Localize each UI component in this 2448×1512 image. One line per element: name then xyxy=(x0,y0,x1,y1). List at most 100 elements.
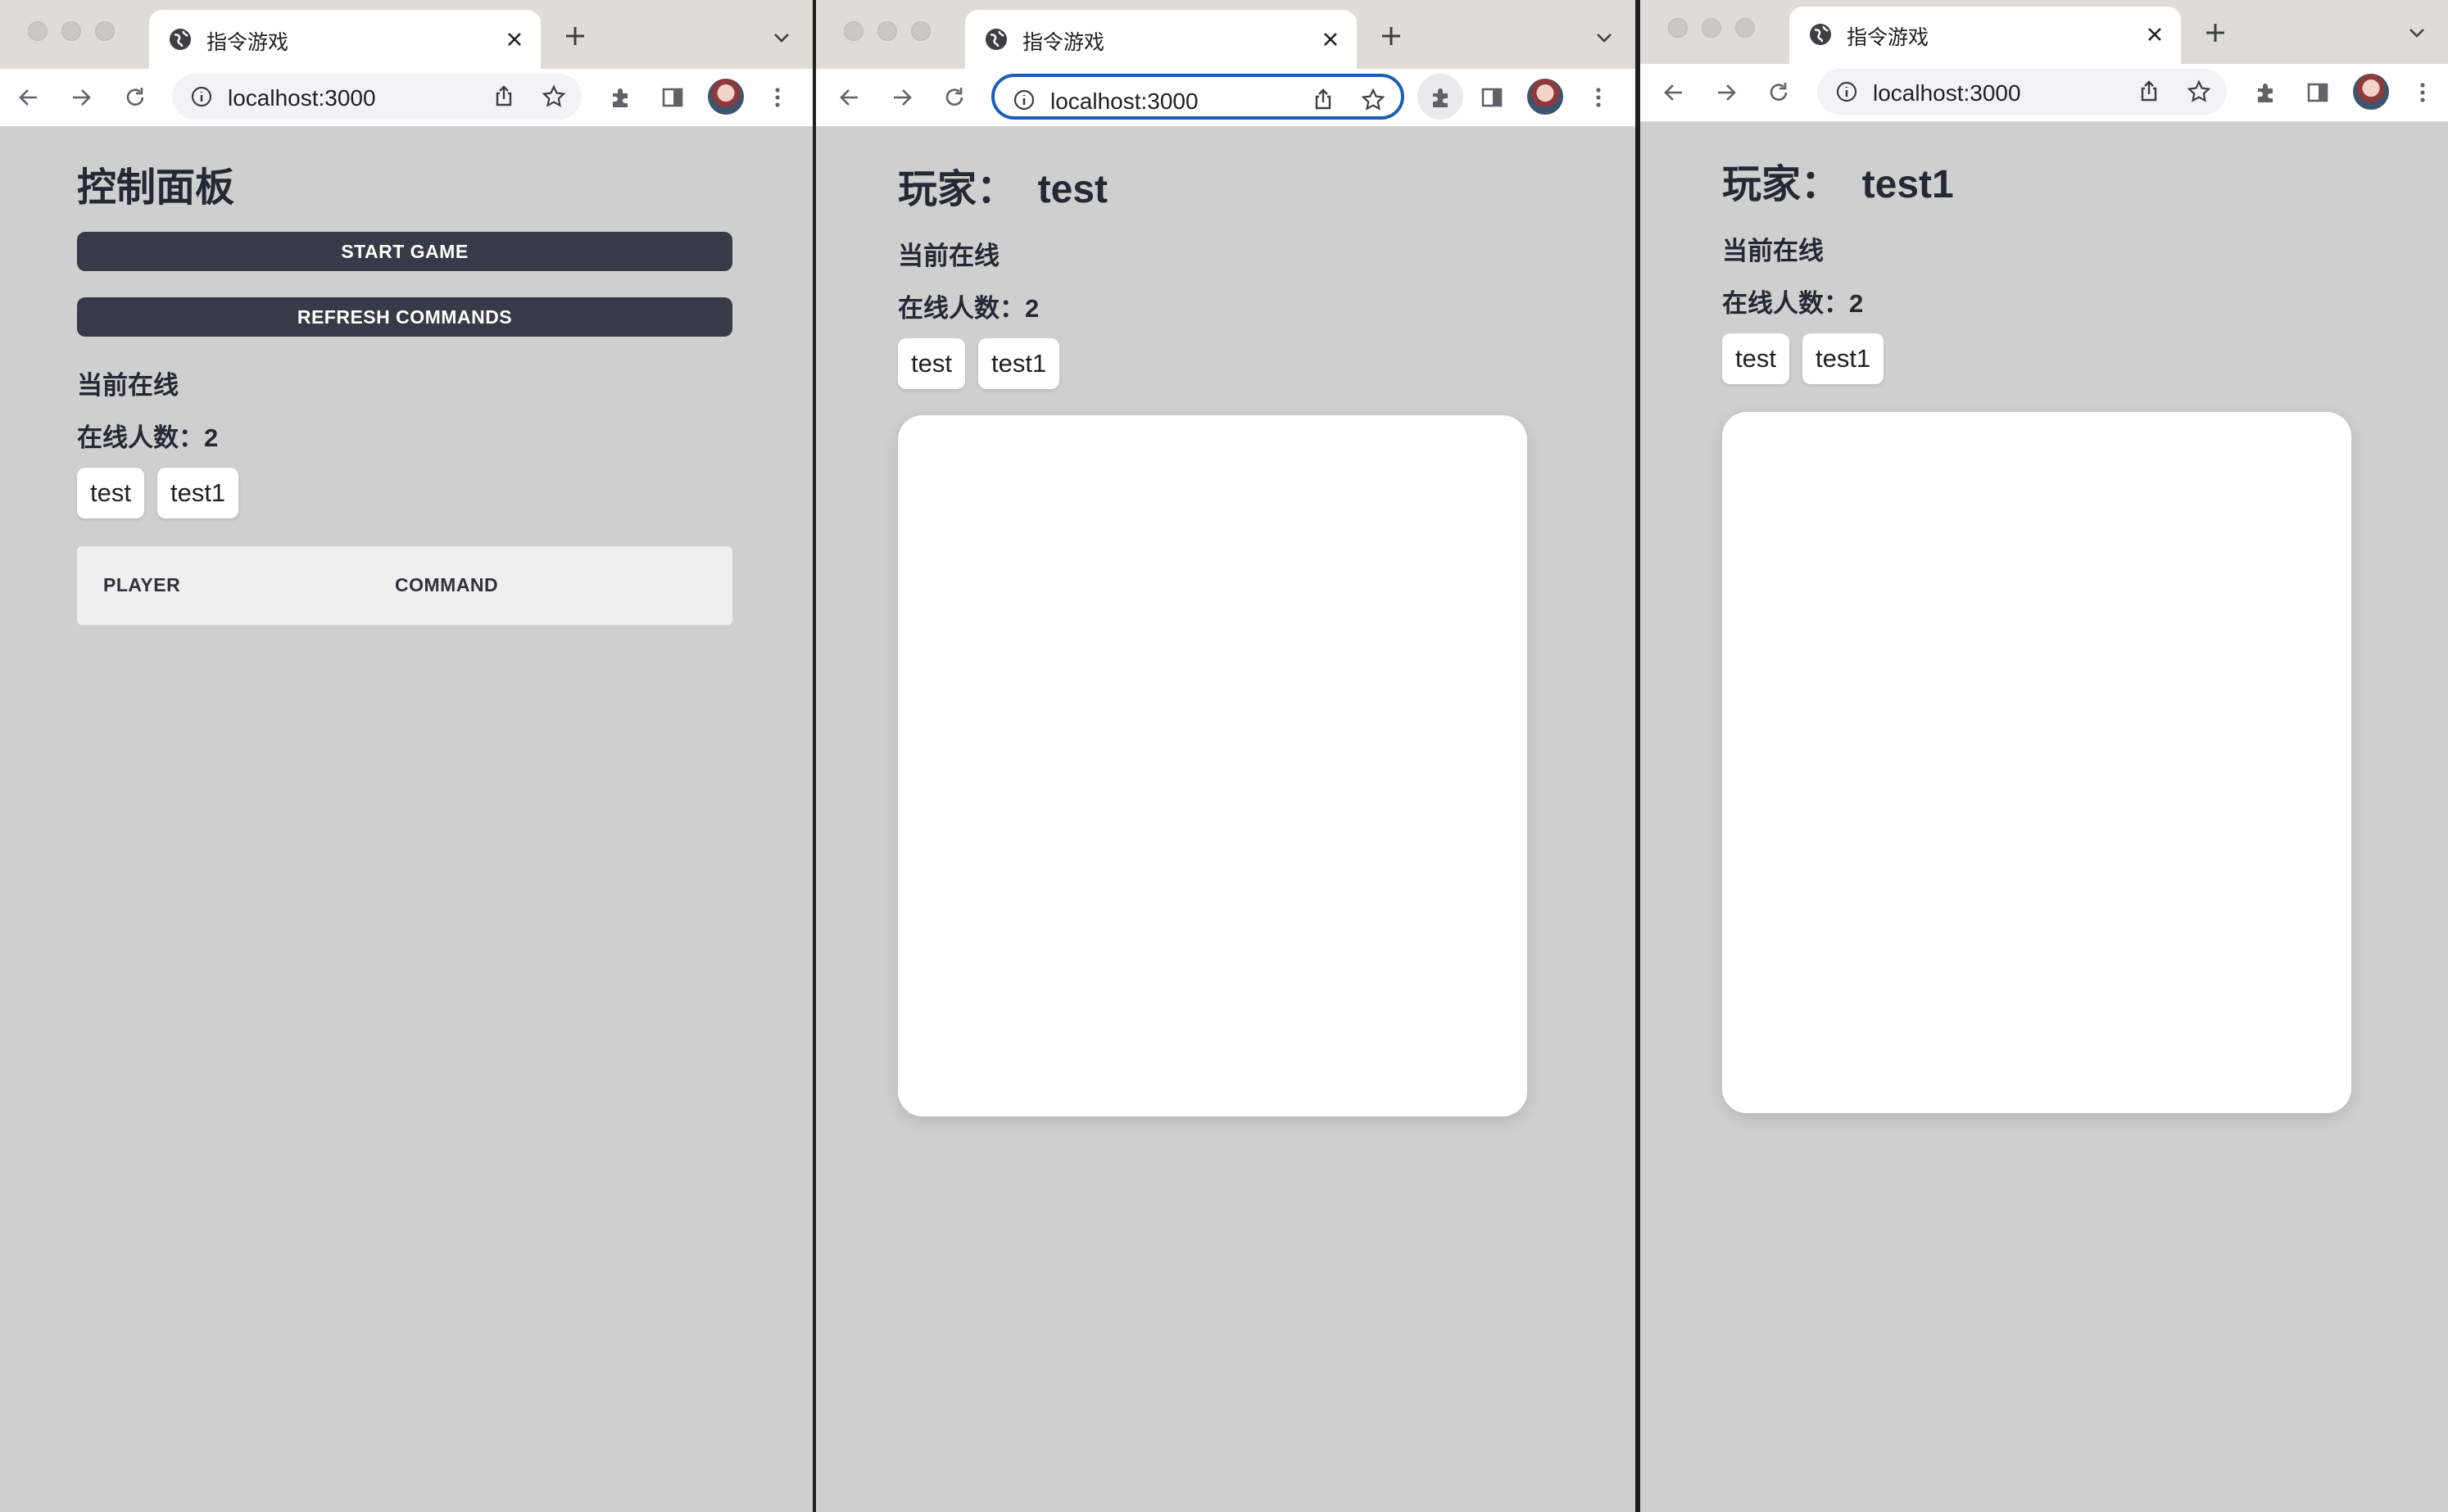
tab-list-icon[interactable] xyxy=(1593,26,1616,49)
globe-icon xyxy=(1810,24,1831,45)
reload-icon[interactable] xyxy=(941,84,968,111)
online-count: 在线人数：2 xyxy=(1722,289,1864,318)
player-title: 玩家： test xyxy=(898,168,1108,211)
tab-title: 指令游戏 xyxy=(1022,31,1105,54)
online-player-list: test test1 xyxy=(898,338,1060,389)
player-chip: test1 xyxy=(156,468,239,518)
window-controls xyxy=(1668,18,1755,38)
side-panel-icon[interactable] xyxy=(659,84,687,111)
player-title: 玩家： test1 xyxy=(1722,163,1954,206)
online-player-list: test test1 xyxy=(1722,333,1884,384)
player-chip: test xyxy=(898,338,965,389)
extensions-icon[interactable] xyxy=(2251,79,2279,106)
star-icon[interactable] xyxy=(1360,87,1386,113)
browser-toolbar: localhost:3000 xyxy=(1640,64,2448,122)
tab-strip: 指令游戏 xyxy=(0,0,813,69)
player-chip: test xyxy=(1722,333,1789,384)
close-icon[interactable] xyxy=(1317,26,1344,52)
zoom-window-button[interactable] xyxy=(1735,18,1755,38)
commands-table: PLAYER COMMAND xyxy=(77,546,732,625)
forward-icon[interactable] xyxy=(1712,79,1740,106)
online-count: 在线人数：2 xyxy=(77,423,219,452)
globe-icon xyxy=(986,29,1007,50)
new-tab-icon[interactable] xyxy=(562,23,588,49)
reload-icon[interactable] xyxy=(1765,79,1793,106)
start-game-button[interactable]: START GAME xyxy=(77,232,732,271)
minimize-window-button[interactable] xyxy=(877,21,897,41)
close-window-button[interactable] xyxy=(1668,18,1688,38)
browser-toolbar: localhost:3000 xyxy=(0,69,813,127)
avatar[interactable] xyxy=(1527,79,1563,115)
url-text[interactable]: localhost:3000 xyxy=(1873,80,2021,106)
forward-icon[interactable] xyxy=(888,84,916,111)
minimize-window-button[interactable] xyxy=(61,21,81,41)
close-icon[interactable] xyxy=(501,26,528,52)
window-controls xyxy=(28,21,115,41)
avatar[interactable] xyxy=(2353,74,2389,110)
share-icon[interactable] xyxy=(492,84,516,108)
online-heading: 当前在线 xyxy=(77,371,179,400)
share-icon[interactable] xyxy=(2137,79,2161,103)
online-count: 在线人数：2 xyxy=(898,294,1040,323)
extensions-icon[interactable] xyxy=(606,84,634,111)
zoom-window-button[interactable] xyxy=(95,21,115,41)
back-icon[interactable] xyxy=(15,84,43,111)
close-window-button[interactable] xyxy=(844,21,864,41)
tab-strip: 指令游戏 xyxy=(1640,0,2448,64)
close-icon[interactable] xyxy=(2142,21,2168,48)
avatar[interactable] xyxy=(708,79,744,115)
page-content: 玩家： test 当前在线 在线人数：2 test test1 xyxy=(816,127,1635,1512)
browser-window-control-panel: 指令游戏 localhost:3000 控制面板 START GAME REFR… xyxy=(0,0,813,1512)
player-chip: test xyxy=(77,468,144,518)
page-content: 玩家： test1 当前在线 在线人数：2 test test1 xyxy=(1640,122,2448,1512)
close-window-button[interactable] xyxy=(28,21,48,41)
new-tab-icon[interactable] xyxy=(2202,20,2228,46)
more-icon[interactable] xyxy=(764,84,791,111)
tab-title: 指令游戏 xyxy=(206,31,289,54)
back-icon[interactable] xyxy=(836,84,864,111)
back-icon[interactable] xyxy=(1660,79,1688,106)
info-icon[interactable] xyxy=(1835,80,1858,103)
tab-list-icon[interactable] xyxy=(2405,21,2428,44)
more-icon[interactable] xyxy=(1584,84,1612,111)
star-icon[interactable] xyxy=(2186,79,2212,105)
game-board[interactable] xyxy=(898,415,1527,1116)
side-panel-icon[interactable] xyxy=(1478,84,1506,111)
browser-window-player-test: 指令游戏 localhost:3000 玩家： test 当前在线 在线人数：2… xyxy=(816,0,1635,1512)
tab-list-icon[interactable] xyxy=(770,26,793,49)
info-icon[interactable] xyxy=(190,85,213,108)
online-player-list: test test1 xyxy=(77,468,239,518)
star-icon[interactable] xyxy=(541,84,567,110)
address-bar[interactable]: localhost:3000 xyxy=(1817,69,2227,115)
zoom-window-button[interactable] xyxy=(911,21,931,41)
address-bar[interactable]: localhost:3000 xyxy=(172,74,582,120)
more-icon[interactable] xyxy=(2409,79,2437,106)
browser-tab[interactable]: 指令游戏 xyxy=(965,10,1357,69)
online-heading: 当前在线 xyxy=(1722,237,1824,265)
player-chip: test1 xyxy=(1802,333,1884,384)
share-icon[interactable] xyxy=(1311,87,1335,111)
refresh-commands-button[interactable]: REFRESH COMMANDS xyxy=(77,297,732,337)
forward-icon[interactable] xyxy=(67,84,95,111)
page-content: 控制面板 START GAME REFRESH COMMANDS 当前在线 在线… xyxy=(0,127,813,1512)
minimize-window-button[interactable] xyxy=(1702,18,1721,38)
extensions-icon[interactable] xyxy=(1426,84,1454,111)
tab-strip: 指令游戏 xyxy=(816,0,1635,69)
browser-tab[interactable]: 指令游戏 xyxy=(1789,7,2181,64)
browser-toolbar: localhost:3000 xyxy=(816,69,1635,127)
browser-tab[interactable]: 指令游戏 xyxy=(149,10,541,69)
url-text[interactable]: localhost:3000 xyxy=(1050,88,1199,115)
side-panel-icon[interactable] xyxy=(2304,79,2332,106)
tab-title: 指令游戏 xyxy=(1847,26,1929,49)
reload-icon[interactable] xyxy=(121,84,149,111)
url-text[interactable]: localhost:3000 xyxy=(228,85,376,111)
info-icon[interactable] xyxy=(1013,88,1036,111)
game-board[interactable] xyxy=(1722,412,2351,1113)
address-bar[interactable]: localhost:3000 xyxy=(991,74,1404,120)
globe-icon xyxy=(170,29,191,50)
column-header-player: PLAYER xyxy=(103,574,181,595)
new-tab-icon[interactable] xyxy=(1378,23,1404,49)
browser-window-player-test1: 指令游戏 localhost:3000 玩家： test1 当前在线 在线人数：… xyxy=(1640,0,2448,1512)
player-chip: test1 xyxy=(977,338,1060,389)
column-header-command: COMMAND xyxy=(395,574,499,595)
